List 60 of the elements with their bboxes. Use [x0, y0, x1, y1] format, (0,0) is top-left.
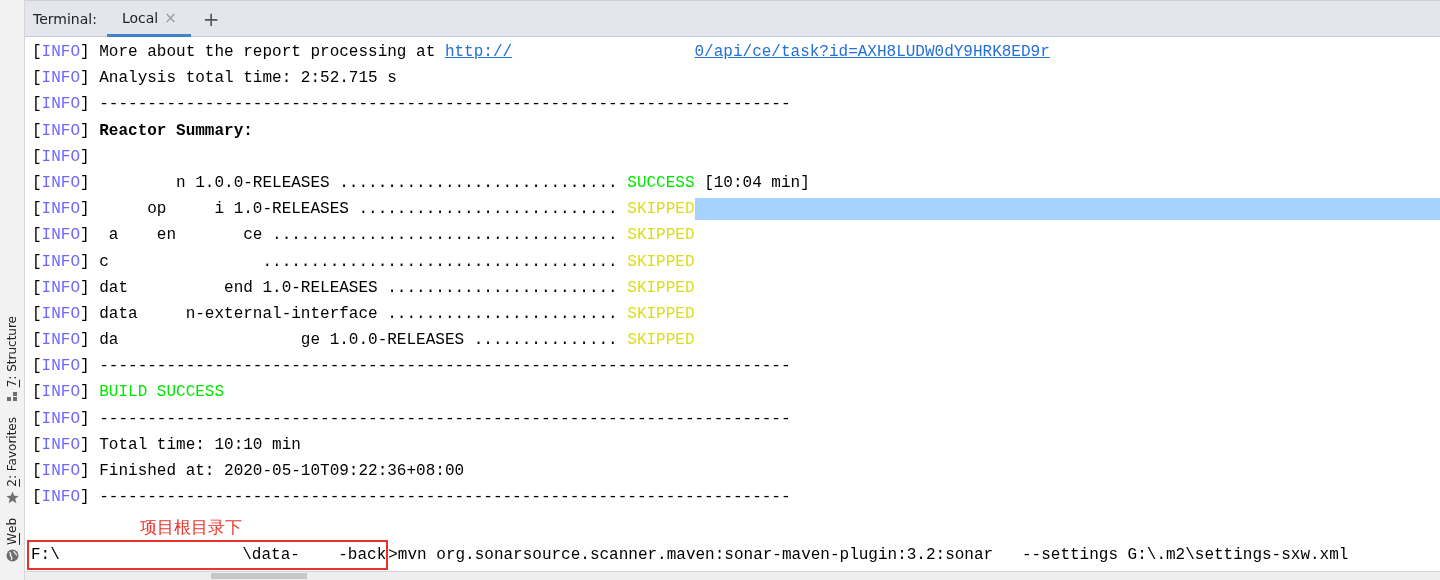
structure-icon[interactable]: [6, 391, 18, 404]
log-text: ------------------------------------------------------------------------: [99, 356, 791, 378]
info-tag: [INFO]: [32, 65, 90, 92]
info-tag: [INFO]: [32, 117, 90, 144]
info-tag: [INFO]: [32, 222, 90, 249]
log-text: More about the report processing at: [99, 42, 437, 63]
scrollbar-thumb[interactable]: [211, 573, 307, 579]
report-link[interactable]: 0/api/ce/task?id=AXH8LUDW0dY9HRK8ED9r: [694, 39, 1050, 66]
info-tag: [INFO]: [32, 300, 90, 328]
skipped-status: SKIPPED: [627, 277, 695, 299]
terminal-label: Terminal:: [32, 9, 98, 29]
info-tag: [INFO]: [32, 484, 90, 511]
tool-window-label[interactable]: 2: Favorites: [5, 417, 19, 488]
info-tag: [INFO]: [32, 379, 90, 406]
info-tag: [INFO]: [32, 196, 90, 223]
success-status: BUILD SUCCESS: [99, 382, 225, 404]
project-path: F:\ \data- -back: [27, 540, 389, 571]
info-tag: [INFO]: [32, 169, 90, 197]
log-text: data n-external-interface ........................: [99, 303, 619, 325]
info-tag: [INFO]: [32, 274, 90, 301]
tool-window-label[interactable]: 7: Structure: [5, 316, 19, 388]
info-tag: [INFO]: [32, 39, 90, 66]
success-status: SUCCESS: [627, 172, 695, 194]
log-text: da ge 1.0.0-RELEASES ...............: [99, 330, 619, 352]
log-text: Finished at: 2020-05-10T09:22:36+08:00: [99, 461, 465, 482]
log-text: ------------------------------------------------------------------------: [99, 487, 791, 509]
terminal-tab[interactable]: Local ×: [106, 1, 191, 37]
info-tag: [INFO]: [32, 327, 90, 354]
tab-label: Local: [121, 9, 159, 26]
log-heading: Reactor Summary:: [99, 120, 253, 142]
log-text: Total time: 10:10 min: [99, 434, 301, 456]
log-text: ------------------------------------------------------------------------: [99, 94, 791, 116]
report-link[interactable]: http://: [444, 39, 513, 66]
log-text: a en ce ....................................: [107, 225, 619, 247]
skipped-status: SKIPPED: [627, 330, 695, 352]
tool-window-label[interactable]: Web: [5, 518, 19, 545]
log-text: Analysis total time: 2:52.715 s: [99, 68, 397, 90]
log-text: dat end 1.0-RELEASES ........................: [99, 277, 619, 299]
star-icon[interactable]: [5, 491, 19, 505]
log-text: ------------------------------------------------------------------------: [99, 408, 791, 430]
command-text: >mvn org.sonarsource.scanner.maven:sonar-maven-plugin:3.2:sonar --settings G:\.m2\settings-sxw.xml: [388, 545, 1349, 567]
info-tag: [INFO]: [32, 248, 90, 275]
info-tag: [INFO]: [32, 431, 90, 458]
horizontal-scrollbar[interactable]: [25, 571, 1440, 580]
skipped-status: SKIPPED: [627, 225, 695, 247]
log-text: c .....................................: [99, 251, 619, 273]
annotation-text: 项目根目录下: [139, 516, 243, 540]
info-tag: [INFO]: [32, 405, 90, 432]
info-tag: [INFO]: [32, 353, 90, 380]
info-tag: [INFO]: [32, 91, 90, 118]
log-text: op i 1.0-RELEASES ...........................: [146, 199, 619, 221]
skipped-status: SKIPPED: [627, 303, 695, 325]
skipped-status: SKIPPED: [627, 199, 695, 221]
info-tag: [INFO]: [32, 143, 90, 170]
skipped-status: SKIPPED: [627, 251, 695, 273]
log-text: [10:04 min]: [703, 172, 810, 194]
info-tag: [INFO]: [32, 458, 90, 485]
globe-icon[interactable]: [5, 549, 19, 562]
log-text: n 1.0.0-RELEASES .............................: [175, 172, 619, 194]
add-tab-button[interactable]: +: [190, 1, 232, 36]
